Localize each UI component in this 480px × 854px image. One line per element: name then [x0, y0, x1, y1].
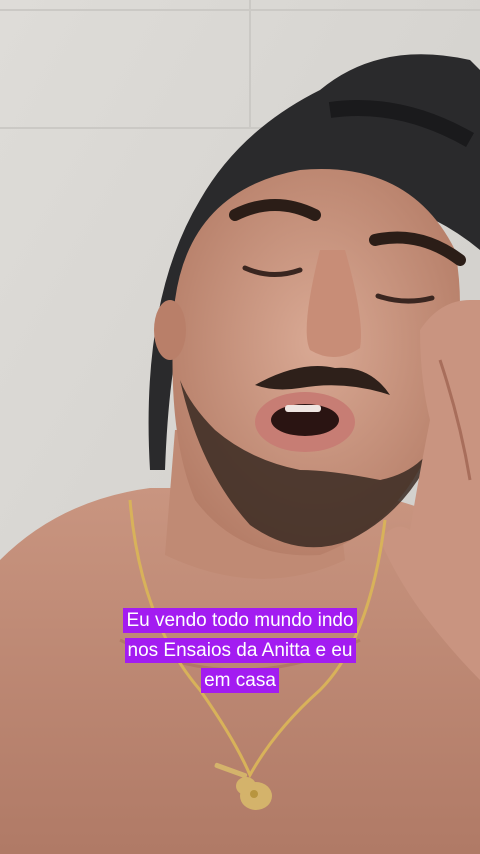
caption-line-1: Eu vendo todo mundo indo: [123, 608, 357, 633]
ear: [154, 300, 186, 360]
teeth: [285, 405, 321, 412]
video-frame[interactable]: Eu vendo todo mundo indo nos Ensaios da …: [0, 0, 480, 854]
caption-line-2: nos Ensaios da Anitta e eu: [124, 638, 356, 663]
caption-line-3: em casa: [201, 668, 279, 693]
video-caption: Eu vendo todo mundo indo nos Ensaios da …: [60, 606, 420, 696]
video-scene: [0, 0, 480, 854]
